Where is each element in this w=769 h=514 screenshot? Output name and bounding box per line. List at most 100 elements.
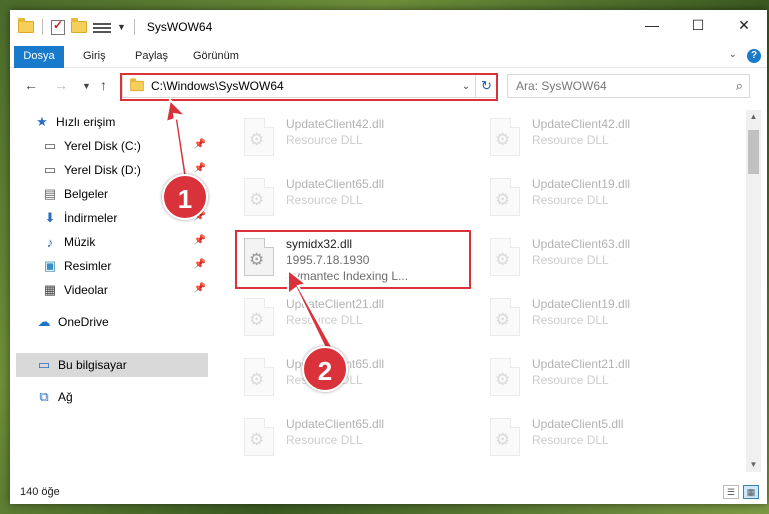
pin-icon[interactable]: 📌 [194, 283, 206, 294]
navigation-pane: ★ Hızlı erişim ▭ Yerel Disk (C:) 📌 ▭ Yer… [10, 110, 215, 480]
file-name: symidx32.dll [286, 237, 353, 251]
file-tile[interactable]: ⚙ UpdateClient65.dll Resource DLL [236, 412, 476, 464]
gear-icon: ⚙ [495, 130, 511, 149]
file-type: Resource DLL [532, 433, 609, 447]
vertical-scrollbar[interactable]: ▲ ▼ [746, 110, 761, 472]
network-icon: ⧉ [39, 389, 49, 404]
file-tile[interactable]: ⚙ UpdateClient65.dll Resource DLL [236, 352, 476, 404]
file-name: UpdateClient63.dll [532, 237, 631, 251]
file-name: UpdateClient5.dll [532, 417, 624, 431]
sidebar-item-label: Belgeler [64, 187, 109, 201]
sidebar-item-onedrive[interactable]: ☁ OneDrive [36, 310, 208, 334]
refresh-icon[interactable]: ↻ [475, 74, 497, 98]
file-name: UpdateClient42.dll [286, 117, 385, 131]
expand-ribbon-icon[interactable]: ⌄ [729, 49, 737, 60]
callout-2: 2 [302, 346, 348, 392]
file-name: UpdateClient19.dll [532, 177, 631, 191]
address-path[interactable]: C:\Windows\SysWOW64 [151, 79, 458, 93]
drive-icon: ▭ [43, 162, 57, 177]
search-icon[interactable]: ⌕ [736, 78, 743, 94]
file-name: UpdateClient42.dll [532, 117, 631, 131]
customize-icon[interactable] [93, 21, 111, 34]
close-button[interactable]: ✕ [721, 10, 767, 40]
sidebar-item-label: Yerel Disk (D:) [64, 163, 141, 177]
scroll-thumb[interactable] [748, 130, 759, 174]
forward-arrow-icon[interactable]: → [54, 77, 68, 93]
pin-icon[interactable]: 📌 [194, 259, 206, 270]
title-bar: ▼ SysWOW64 — ☐ ✕ [10, 10, 767, 46]
sidebar-item-videos[interactable]: ▦ Videolar 📌 [42, 278, 208, 302]
sidebar-item-label: Yerel Disk (C:) [64, 139, 141, 153]
properties-check-icon[interactable] [51, 18, 65, 35]
pin-icon[interactable]: 📌 [194, 139, 206, 150]
item-count: 140 öğe [20, 486, 60, 498]
chevron-down-icon[interactable]: ⌄ [458, 81, 474, 92]
search-placeholder: Ara: SysWOW64 [516, 79, 607, 93]
sidebar-item-label: Müzik [64, 235, 96, 249]
file-type: Resource DLL [532, 193, 609, 207]
gear-icon: ⚙ [249, 310, 265, 329]
divider [42, 19, 43, 35]
recent-locations-icon[interactable]: ▼ [82, 81, 91, 91]
gear-icon: ⚙ [249, 430, 265, 449]
file-tile[interactable]: ⚙ UpdateClient42.dll Resource DLL [236, 112, 476, 164]
sidebar-item-pictures[interactable]: ▣ Resimler 📌 [42, 254, 208, 278]
tiles-view-icon[interactable]: ▦ [743, 485, 759, 499]
sidebar-item-quick-access[interactable]: ★ Hızlı erişim [34, 110, 232, 134]
quick-access-toolbar: ▼ SysWOW64 [18, 18, 213, 35]
file-description: Symantec Indexing L... [286, 269, 409, 283]
file-tile[interactable]: ⚙ UpdateClient19.dll Resource DLL [482, 292, 722, 344]
file-tile[interactable]: ⚙ UpdateClient42.dll Resource DLL [482, 112, 722, 164]
back-arrow-icon[interactable]: ← [24, 77, 38, 93]
sidebar-item-label: Bu bilgisayar [58, 358, 127, 372]
pin-icon[interactable]: 📌 [194, 235, 206, 246]
gear-icon: ⚙ [495, 310, 511, 329]
file-type: Resource DLL [286, 433, 363, 447]
ribbon-tabs: Dosya Giriş Paylaş Görünüm ⌄ ? [10, 46, 767, 68]
sidebar-item-label: Resimler [64, 259, 112, 273]
details-view-icon[interactable]: ☰ [723, 485, 739, 499]
gear-icon: ⚙ [495, 370, 511, 389]
help-icon[interactable]: ? [747, 49, 761, 63]
drive-icon: ▭ [43, 138, 57, 153]
file-type: Resource DLL [532, 373, 609, 387]
documents-icon: ▤ [43, 186, 57, 201]
videos-icon: ▦ [43, 282, 57, 297]
scroll-up-icon[interactable]: ▲ [746, 110, 761, 124]
pin-icon[interactable]: 📌 [194, 163, 206, 174]
file-tile-selected[interactable]: ⚙ symidx32.dll 1995.7.18.1930 Symantec I… [236, 232, 476, 290]
file-type: Resource DLL [532, 133, 609, 147]
up-arrow-icon[interactable]: ↑ [100, 77, 107, 93]
minimize-button[interactable]: — [629, 10, 675, 40]
tab-file[interactable]: Dosya [14, 46, 64, 68]
chevron-down-icon[interactable]: ▼ [117, 22, 126, 32]
file-tile[interactable]: ⚙ UpdateClient19.dll Resource DLL [482, 172, 722, 224]
explorer-window: ▼ SysWOW64 — ☐ ✕ Dosya Giriş Paylaş Görü… [10, 10, 767, 504]
view-switcher: ☰ ▦ [723, 485, 759, 499]
address-bar[interactable]: C:\Windows\SysWOW64 ⌄ [122, 74, 497, 98]
tab-share[interactable]: Paylaş [126, 46, 177, 68]
sidebar-item-this-pc[interactable]: ▭ Bu bilgisayar [16, 353, 208, 377]
file-tile[interactable]: ⚙ UpdateClient21.dll Resource DLL [482, 352, 722, 404]
file-tile[interactable]: ⚙ UpdateClient21.dll Resource DLL [236, 292, 476, 344]
sidebar-item-drive-c[interactable]: ▭ Yerel Disk (C:) 📌 [42, 134, 208, 158]
search-input[interactable]: Ara: SysWOW64 ⌕ [507, 74, 750, 98]
window-title: SysWOW64 [146, 20, 213, 34]
file-type: Resource DLL [286, 313, 363, 327]
tab-home[interactable]: Giriş [74, 46, 115, 68]
status-bar: 140 öğe ☰ ▦ [10, 482, 767, 504]
sidebar-item-network[interactable]: ⧉ Ağ [36, 385, 208, 409]
file-tile[interactable]: ⚙ UpdateClient65.dll Resource DLL [236, 172, 476, 224]
file-tile[interactable]: ⚙ UpdateClient63.dll Resource DLL [482, 232, 722, 284]
new-folder-icon[interactable] [71, 18, 87, 33]
sidebar-item-label: Hızlı erişim [56, 115, 116, 129]
file-name: UpdateClient21.dll [532, 357, 631, 371]
sidebar-item-music[interactable]: ♪ Müzik 📌 [42, 230, 208, 254]
file-tile[interactable]: ⚙ UpdateClient5.dll Resource DLL [482, 412, 722, 464]
maximize-button[interactable]: ☐ [675, 10, 721, 40]
file-name: UpdateClient65.dll [286, 417, 385, 431]
gear-icon: ⚙ [249, 370, 265, 389]
scroll-down-icon[interactable]: ▼ [746, 458, 761, 472]
gear-icon: ⚙ [249, 190, 265, 209]
tab-view[interactable]: Görünüm [184, 46, 248, 68]
